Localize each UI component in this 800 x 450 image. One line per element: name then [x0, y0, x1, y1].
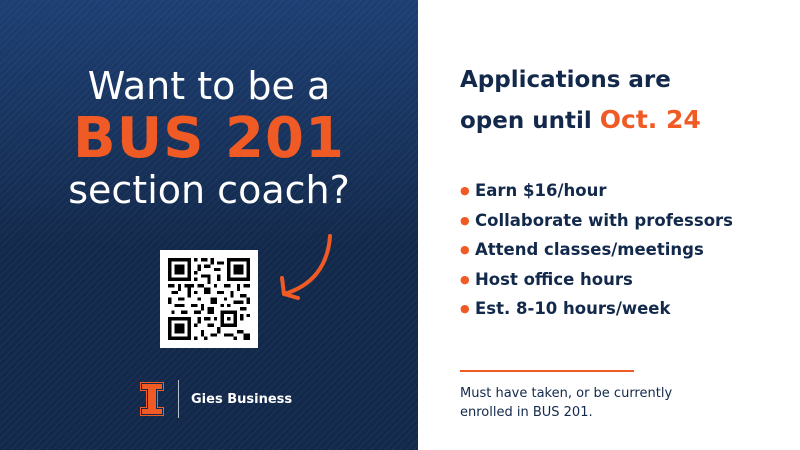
gies-business-logo: Gies Business: [140, 380, 292, 418]
list-item: ● Collaborate with professors: [460, 206, 733, 236]
bullet-icon: ●: [460, 243, 470, 257]
bullet-icon: ●: [460, 184, 470, 198]
headline-course: BUS 201: [73, 106, 345, 171]
list-item-text: Collaborate with professors: [475, 210, 733, 230]
applications-heading-line1: Applications are: [460, 67, 671, 93]
list-item-text: Attend classes/meetings: [475, 240, 704, 260]
bullet-icon: ●: [460, 302, 470, 316]
bullet-icon: ●: [460, 272, 470, 286]
left-panel: Want to be a BUS 201 section coach? Gies…: [0, 0, 418, 450]
right-panel: Applications are open until Oct. 24 ● Earn…: [418, 0, 800, 450]
list-item: ● Earn $16/hour: [460, 176, 733, 206]
list-item: ● Host office hours: [460, 265, 733, 295]
qr-code-graphic: [168, 258, 250, 340]
eligibility-note-line1: Must have taken, or be currently: [460, 386, 673, 401]
eligibility-note: Must have taken, or be currently enrolle…: [460, 384, 780, 422]
benefits-list: ● Earn $16/hour ● Collaborate with profess…: [460, 176, 733, 324]
curved-arrow-icon: [280, 234, 332, 300]
headline-top: Want to be a: [87, 64, 331, 108]
open-until-text: open until: [460, 108, 592, 134]
list-item: ● Attend classes/meetings: [460, 235, 733, 265]
bullet-icon: ●: [460, 213, 470, 227]
divider: [460, 370, 634, 372]
qr-code-icon[interactable]: [160, 250, 258, 348]
list-item-text: Host office hours: [475, 269, 633, 289]
logo-text: Gies Business: [191, 391, 293, 407]
list-item-text: Est. 8-10 hours/week: [475, 299, 671, 319]
list-item: ● Est. 8-10 hours/week: [460, 294, 733, 324]
logo-divider: [178, 380, 179, 418]
headline-bottom: section coach?: [68, 168, 350, 212]
deadline-date: Oct. 24: [599, 105, 701, 134]
applications-heading-line2: open until Oct. 24: [460, 103, 701, 138]
eligibility-note-line2: enrolled in BUS 201.: [460, 405, 593, 420]
list-item-text: Earn $16/hour: [475, 181, 607, 201]
block-i-logo-icon: [140, 382, 164, 416]
